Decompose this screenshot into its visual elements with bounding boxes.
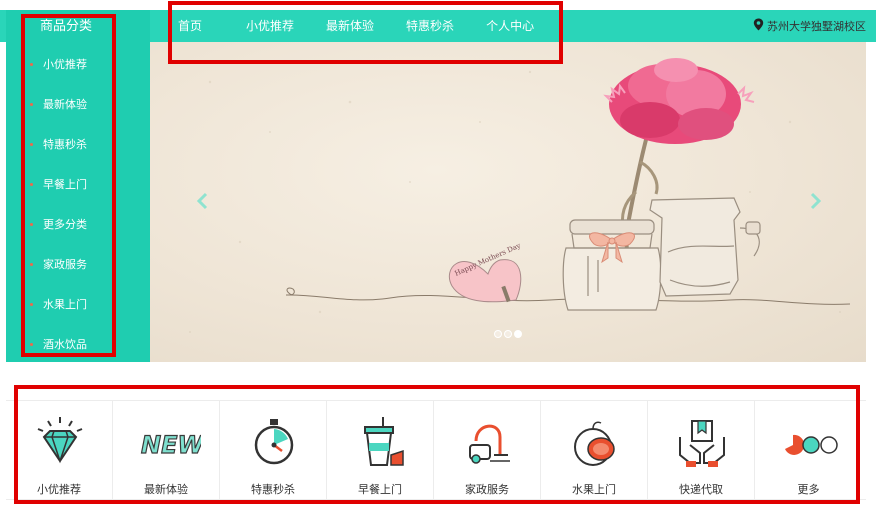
- more-dots-icon: [785, 434, 838, 455]
- category-sidebar: 商品分类 小优推荐 最新体验 特惠秒杀 早餐上门 更多分类 家政服务 水果上门 …: [6, 10, 150, 362]
- carousel-dot-1[interactable]: [494, 330, 502, 338]
- category-label: 家政服务: [465, 483, 509, 496]
- bullet-icon: [30, 62, 33, 66]
- sidebar-item-label: 特惠秒杀: [43, 138, 87, 151]
- carousel-indicators: [494, 330, 524, 338]
- sidebar-item-more-categories[interactable]: 更多分类: [6, 204, 150, 244]
- sidebar-list: 小优推荐 最新体验 特惠秒杀 早餐上门 更多分类 家政服务 水果上门 酒水饮品: [6, 44, 150, 364]
- nav-new-experience[interactable]: 最新体验: [326, 10, 374, 42]
- category-label: 水果上门: [572, 483, 616, 496]
- category-fruit[interactable]: 水果上门: [541, 401, 648, 499]
- bullet-icon: [30, 302, 33, 306]
- bullet-icon: [30, 262, 33, 266]
- sidebar-item-fruit[interactable]: 水果上门: [6, 284, 150, 324]
- sidebar-item-label: 水果上门: [43, 298, 87, 311]
- svg-text:NEW: NEW: [141, 431, 201, 459]
- category-label: 早餐上门: [358, 483, 402, 496]
- category-label: 更多: [797, 483, 820, 496]
- carousel-next-arrow[interactable]: [810, 192, 822, 214]
- parcel-hands-icon: [679, 420, 725, 467]
- bullet-icon: [30, 342, 33, 346]
- nav-user-center[interactable]: 个人中心: [486, 10, 534, 42]
- sidebar-item-recommend[interactable]: 小优推荐: [6, 44, 150, 84]
- bullet-icon: [30, 222, 33, 226]
- nav-flash-sale[interactable]: 特惠秒杀: [406, 10, 454, 42]
- nav-recommend[interactable]: 小优推荐: [246, 10, 294, 42]
- location-text: 苏州大学独墅湖校区: [767, 20, 866, 33]
- category-parcel-pickup[interactable]: 快递代取: [648, 401, 755, 499]
- sidebar-item-housekeeping[interactable]: 家政服务: [6, 244, 150, 284]
- map-pin-icon: [753, 18, 767, 34]
- sidebar-item-label: 小优推荐: [43, 58, 87, 71]
- sidebar-item-label: 酒水饮品: [43, 338, 87, 351]
- category-strip: 小优推荐 NEW 最新体验 特惠秒杀 早餐上门 家政服务 水果上门 快递代取 更…: [6, 400, 866, 500]
- category-label: 最新体验: [144, 483, 188, 496]
- main-nav: 首页 小优推荐 最新体验 特惠秒杀 个人中心: [170, 10, 566, 42]
- nav-home[interactable]: 首页: [178, 10, 202, 42]
- sidebar-item-label: 家政服务: [43, 258, 87, 271]
- carousel-dot-3[interactable]: [514, 330, 522, 338]
- sidebar-item-drinks[interactable]: 酒水饮品: [6, 324, 150, 364]
- sidebar-item-label: 早餐上门: [43, 178, 87, 191]
- new-badge-icon: NEW: [140, 430, 201, 459]
- location-selector[interactable]: 苏州大学独墅湖校区: [753, 10, 866, 42]
- category-label: 特惠秒杀: [251, 483, 295, 496]
- category-label: 快递代取: [679, 483, 723, 496]
- category-flash-sale[interactable]: 特惠秒杀: [220, 401, 327, 499]
- category-more[interactable]: 更多: [755, 401, 862, 499]
- category-housekeeping[interactable]: 家政服务: [434, 401, 541, 499]
- sidebar-title: 商品分类: [39, 19, 92, 34]
- category-breakfast[interactable]: 早餐上门: [327, 401, 434, 499]
- carousel-dot-2[interactable]: [504, 330, 512, 338]
- sidebar-item-label: 更多分类: [43, 218, 87, 231]
- fruit-icon: [574, 421, 615, 466]
- coffee-cake-icon: [364, 417, 404, 466]
- banner-illustration: Happy Mothers Day: [189, 58, 851, 333]
- sidebar-item-new-experience[interactable]: 最新体验: [6, 84, 150, 124]
- bullet-icon: [30, 142, 33, 146]
- stopwatch-icon: [254, 419, 294, 465]
- bullet-icon: [30, 102, 33, 106]
- category-label: 小优推荐: [37, 483, 81, 496]
- carousel-prev-arrow[interactable]: [196, 192, 208, 214]
- vacuum-cleaner-icon: [469, 424, 510, 464]
- category-new-experience[interactable]: NEW 最新体验: [113, 401, 220, 499]
- sidebar-item-flash-sale[interactable]: 特惠秒杀: [6, 124, 150, 164]
- bullet-icon: [30, 182, 33, 186]
- diamond-icon: [37, 417, 83, 464]
- sidebar-item-label: 最新体验: [43, 98, 87, 111]
- category-recommend[interactable]: 小优推荐: [6, 401, 113, 499]
- sidebar-item-breakfast[interactable]: 早餐上门: [6, 164, 150, 204]
- banner-carousel[interactable]: Happy Mothers Day: [150, 42, 866, 362]
